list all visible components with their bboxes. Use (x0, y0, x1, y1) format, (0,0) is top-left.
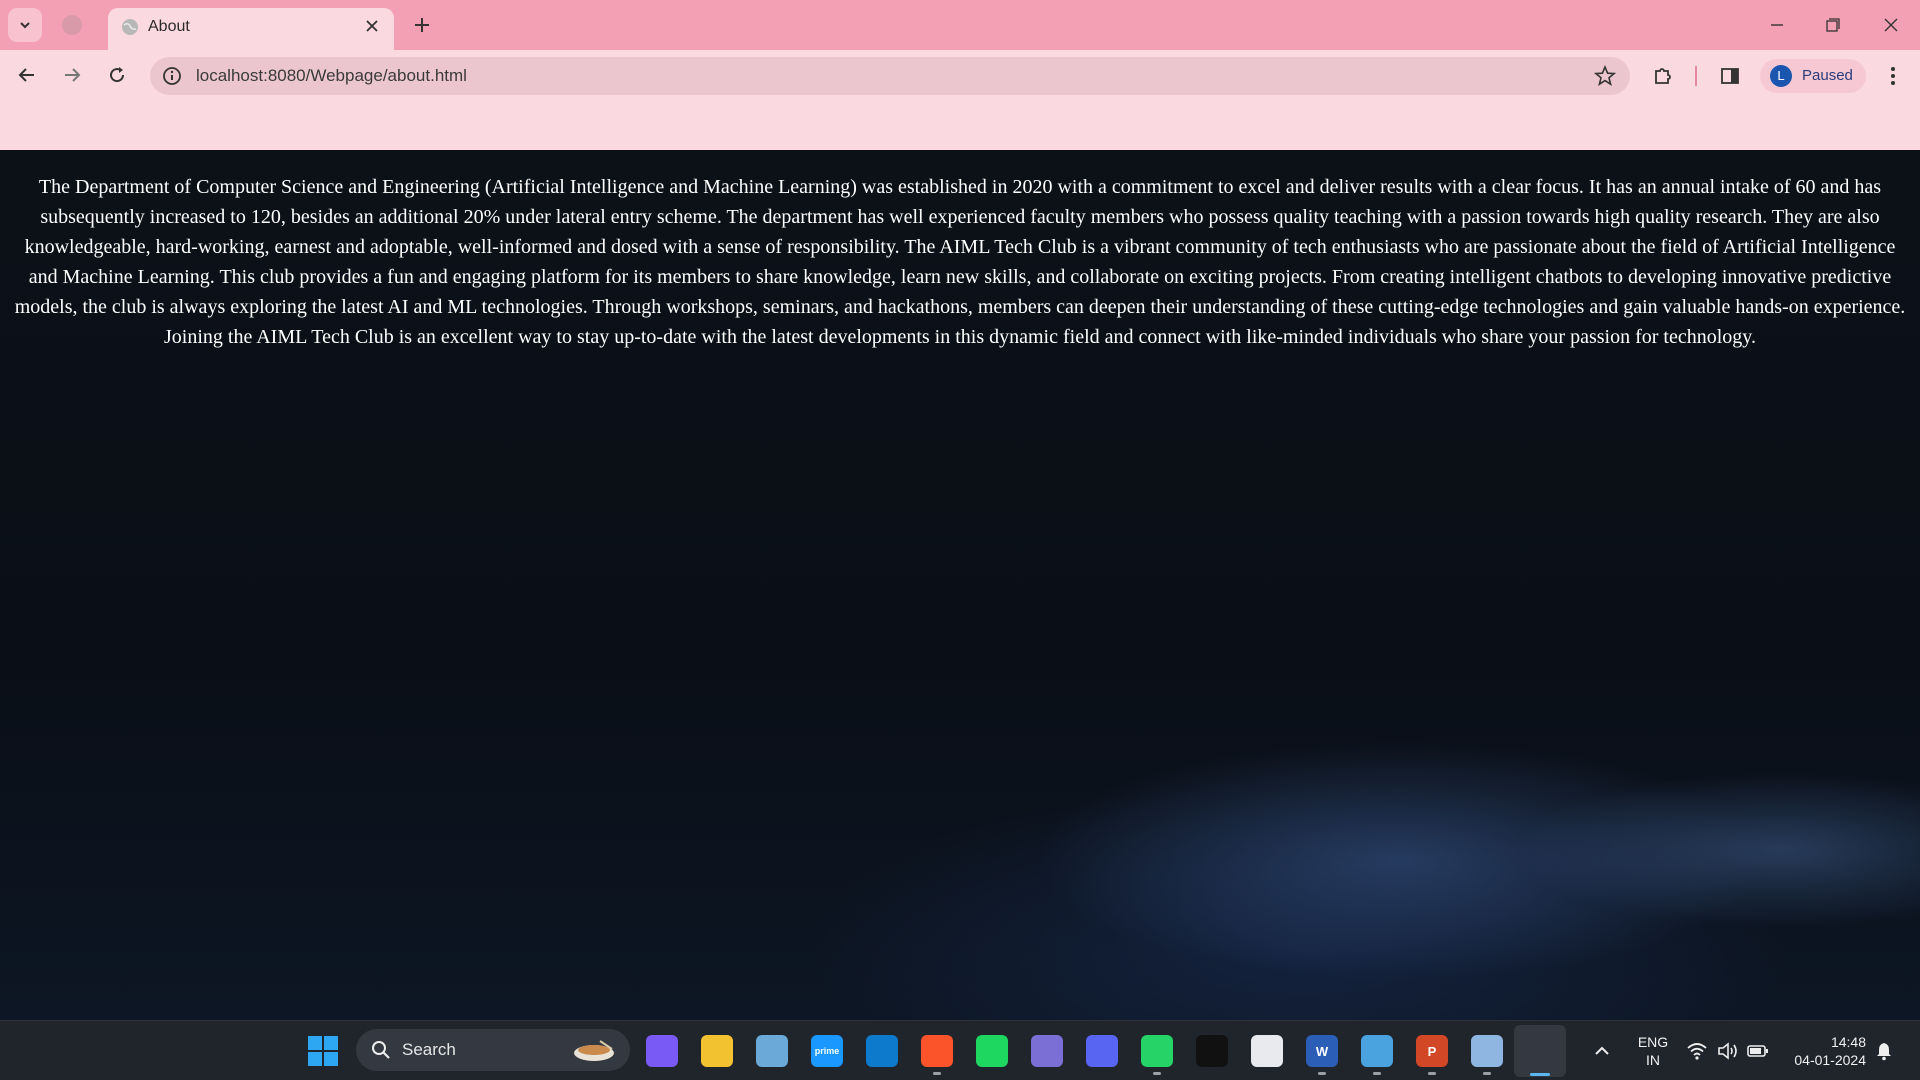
active-app-indicator (1530, 1073, 1550, 1076)
running-indicator (1373, 1072, 1381, 1075)
arrow-right-icon (65, 68, 81, 82)
app-icon[interactable] (1031, 1035, 1063, 1067)
puzzle-icon (1655, 68, 1671, 84)
tab-title: About (148, 18, 190, 35)
system-clock[interactable]: 14:48 04-01-2024 (1780, 1033, 1866, 1069)
notepad-icon[interactable] (1361, 1035, 1393, 1075)
globe-icon (122, 19, 138, 35)
close-icon (1884, 18, 1898, 32)
search-highlight-bowl-icon (574, 1040, 614, 1061)
new-tab-button[interactable] (408, 11, 436, 39)
forward-button[interactable] (56, 59, 88, 91)
chevron-down-icon (20, 22, 30, 29)
info-icon[interactable] (161, 65, 183, 87)
tab-strip: About (0, 0, 1920, 50)
spotify-icon[interactable] (976, 1035, 1008, 1067)
battery-icon[interactable] (1746, 1039, 1770, 1063)
restore-icon (1826, 18, 1840, 32)
back-button[interactable] (11, 59, 43, 91)
prime-video-icon[interactable]: prime (811, 1035, 843, 1067)
minimize-button[interactable] (1762, 10, 1792, 40)
powerpoint-glyph: P (1427, 1043, 1437, 1059)
reload-icon (110, 67, 125, 83)
running-indicator (1483, 1072, 1491, 1075)
close-window-button[interactable] (1876, 10, 1906, 40)
volume-icon[interactable] (1716, 1039, 1740, 1063)
brave-icon[interactable] (921, 1035, 953, 1075)
about-paragraph: The Department of Computer Science and E… (14, 176, 1906, 348)
windows-logo-pane (324, 1036, 338, 1050)
windows-logo-pane (308, 1036, 322, 1050)
start-button[interactable] (308, 1036, 338, 1066)
minimize-icon (1771, 24, 1783, 26)
virtualbox-icon[interactable] (1471, 1035, 1503, 1075)
restore-button[interactable] (1818, 10, 1848, 40)
inactive-tab-favicon[interactable] (62, 15, 82, 35)
discord-icon[interactable] (1086, 1035, 1118, 1067)
side-panel-button[interactable] (1717, 63, 1743, 89)
chevron-up-icon[interactable] (1590, 1039, 1614, 1063)
language-indicator[interactable]: ENG IN (1636, 1033, 1670, 1069)
profile-status: Paused (1802, 67, 1853, 84)
toolbar-divider (1695, 66, 1697, 86)
word-glyph: W (1315, 1043, 1329, 1059)
vscode-icon[interactable] (866, 1035, 898, 1067)
prime-video-glyph: prime (814, 1046, 840, 1056)
capcut-icon[interactable] (1196, 1035, 1228, 1067)
tab-search-button[interactable] (8, 8, 42, 42)
active-app-highlight (1514, 1025, 1566, 1077)
kebab-menu-icon (1891, 67, 1895, 85)
windows-logo-pane (324, 1052, 338, 1066)
reload-button[interactable] (101, 59, 133, 91)
language-code: ENG (1637, 1034, 1669, 1050)
menu-button[interactable] (1880, 63, 1906, 89)
running-indicator (933, 1072, 941, 1075)
extensions-button[interactable] (1650, 63, 1676, 89)
taskbar-search[interactable]: Search (356, 1029, 630, 1071)
messenger-icon[interactable] (1251, 1035, 1283, 1067)
notification-bell-icon[interactable] (1874, 1041, 1894, 1061)
running-indicator (1428, 1072, 1436, 1075)
tab-close-button[interactable] (362, 16, 382, 36)
clock-time: 14:48 (1830, 1034, 1866, 1050)
file-explorer-icon[interactable] (701, 1035, 733, 1067)
region-code: IN (1646, 1052, 1660, 1068)
bookmark-star-icon[interactable] (1594, 65, 1616, 87)
running-indicator (1318, 1072, 1326, 1075)
side-panel-icon (1721, 68, 1739, 84)
bookmarks-bar (0, 100, 1920, 150)
clock-date: 04-01-2024 (1794, 1052, 1866, 1068)
search-icon (372, 1041, 390, 1059)
close-icon (366, 20, 378, 32)
address-bar[interactable]: localhost:8080/Webpage/about.html (150, 57, 1630, 95)
page-viewport: The Department of Computer Science and E… (0, 150, 1920, 1020)
plus-icon (415, 18, 429, 32)
whatsapp-icon[interactable] (1141, 1035, 1173, 1075)
wifi-icon[interactable] (1685, 1039, 1709, 1063)
profile-button[interactable]: L Paused (1760, 59, 1866, 93)
avatar: L (1770, 65, 1792, 87)
word-icon[interactable]: W (1306, 1035, 1338, 1075)
windows-logo-pane (308, 1052, 322, 1066)
powerpoint-icon[interactable]: P (1416, 1035, 1448, 1075)
browser-toolbar: localhost:8080/Webpage/about.html L Paus… (0, 50, 1920, 100)
url-text[interactable]: localhost:8080/Webpage/about.html (196, 66, 467, 86)
photos-icon[interactable] (756, 1035, 788, 1067)
search-label: Search (402, 1040, 456, 1059)
copilot-icon[interactable] (646, 1035, 678, 1067)
running-indicator (1153, 1072, 1161, 1075)
tab-about[interactable]: About (108, 8, 394, 50)
arrow-left-icon (18, 68, 34, 82)
taskbar: Search prime W P ENG IN 14:48 04-01-2024 (0, 1020, 1920, 1080)
